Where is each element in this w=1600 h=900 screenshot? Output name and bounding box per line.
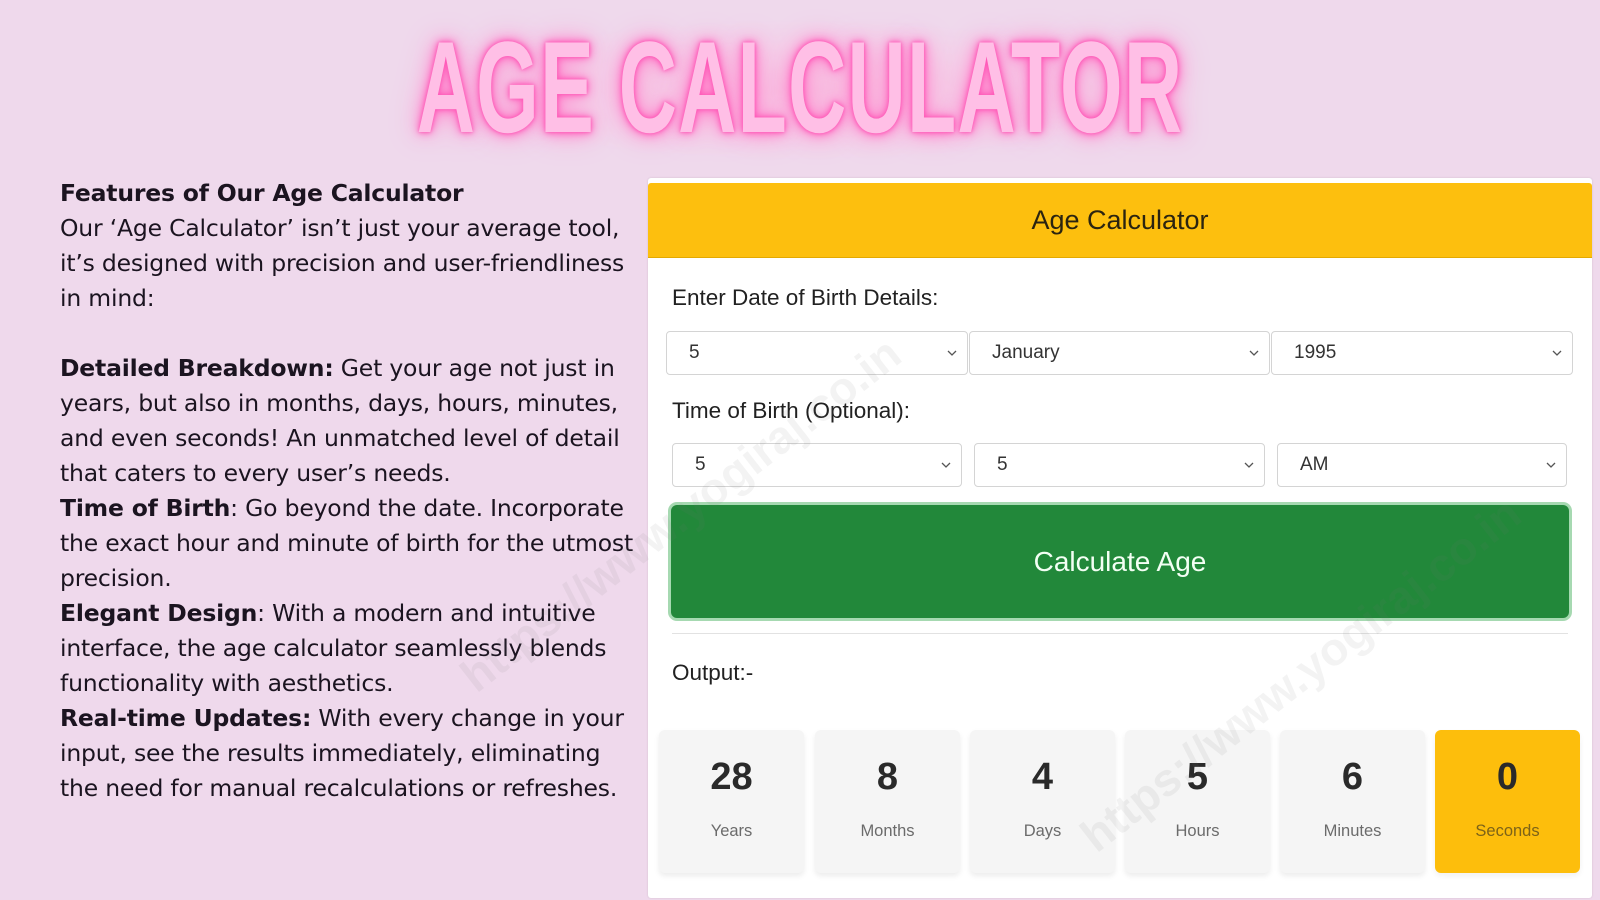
feature-item: Elegant Design: With a modern and intuit… bbox=[60, 596, 640, 701]
result-unit: Days bbox=[1023, 822, 1062, 840]
result-seconds: 0 Seconds bbox=[1435, 730, 1580, 873]
dob-day-value: 5 bbox=[689, 342, 700, 363]
result-unit: Minutes bbox=[1323, 822, 1382, 840]
dob-day-select[interactable]: 5 bbox=[666, 331, 968, 375]
result-value: 6 bbox=[1341, 756, 1364, 798]
divider bbox=[672, 633, 1568, 634]
result-value: 5 bbox=[1186, 756, 1209, 798]
result-months: 8 Months bbox=[815, 730, 960, 873]
result-unit: Hours bbox=[1175, 822, 1220, 840]
tob-hour-value: 5 bbox=[695, 454, 706, 475]
calculate-age-button[interactable]: Calculate Age bbox=[671, 505, 1569, 618]
dob-month-value: January bbox=[992, 342, 1060, 363]
result-days: 4 Days bbox=[970, 730, 1115, 873]
tob-period-select[interactable]: AM bbox=[1277, 443, 1567, 487]
chevron-down-icon bbox=[945, 346, 959, 360]
dob-month-select[interactable]: January bbox=[969, 331, 1270, 375]
features-section: Features of Our Age Calculator Our ‘Age … bbox=[60, 176, 640, 806]
chevron-down-icon bbox=[1247, 346, 1261, 360]
hero-title: AGE CALCULATOR bbox=[416, 14, 1184, 160]
tob-minute-value: 5 bbox=[997, 454, 1008, 475]
features-heading: Features of Our Age Calculator bbox=[60, 179, 464, 207]
tob-hour-select[interactable]: 5 bbox=[672, 443, 962, 487]
feature-item: Real-time Updates: With every change in … bbox=[60, 701, 640, 806]
result-unit: Years bbox=[710, 822, 753, 840]
result-value: 8 bbox=[876, 756, 899, 798]
tob-period-value: AM bbox=[1300, 454, 1329, 475]
result-value: 0 bbox=[1496, 756, 1519, 798]
tob-minute-select[interactable]: 5 bbox=[974, 443, 1265, 487]
feature-item: Detailed Breakdown: Get your age not jus… bbox=[60, 351, 640, 491]
dob-year-value: 1995 bbox=[1294, 342, 1337, 363]
result-years: 28 Years bbox=[659, 730, 804, 873]
card-header: Age Calculator bbox=[648, 183, 1592, 258]
feature-title: Real-time Updates: bbox=[60, 704, 312, 732]
result-unit: Seconds bbox=[1475, 822, 1540, 840]
tob-label: Time of Birth (Optional): bbox=[672, 398, 910, 423]
chevron-down-icon bbox=[1544, 458, 1558, 472]
feature-item: Time of Birth: Go beyond the date. Incor… bbox=[60, 491, 640, 596]
result-minutes: 6 Minutes bbox=[1280, 730, 1425, 873]
result-value: 28 bbox=[710, 756, 753, 798]
result-value: 4 bbox=[1031, 756, 1054, 798]
feature-title: Time of Birth bbox=[60, 494, 231, 522]
result-hours: 5 Hours bbox=[1125, 730, 1270, 873]
card-title: Age Calculator bbox=[1031, 204, 1209, 235]
dob-label: Enter Date of Birth Details: bbox=[672, 285, 939, 310]
chevron-down-icon bbox=[1242, 458, 1256, 472]
chevron-down-icon bbox=[939, 458, 953, 472]
output-label: Output:- bbox=[672, 660, 754, 685]
chevron-down-icon bbox=[1550, 346, 1564, 360]
hero-banner: AGE CALCULATOR bbox=[0, 0, 1600, 170]
features-intro: Our ‘Age Calculator’ isn’t just your ave… bbox=[60, 214, 625, 312]
dob-year-select[interactable]: 1995 bbox=[1271, 331, 1573, 375]
feature-title: Detailed Breakdown: bbox=[60, 354, 334, 382]
result-unit: Months bbox=[860, 822, 915, 840]
feature-title: Elegant Design bbox=[60, 599, 258, 627]
